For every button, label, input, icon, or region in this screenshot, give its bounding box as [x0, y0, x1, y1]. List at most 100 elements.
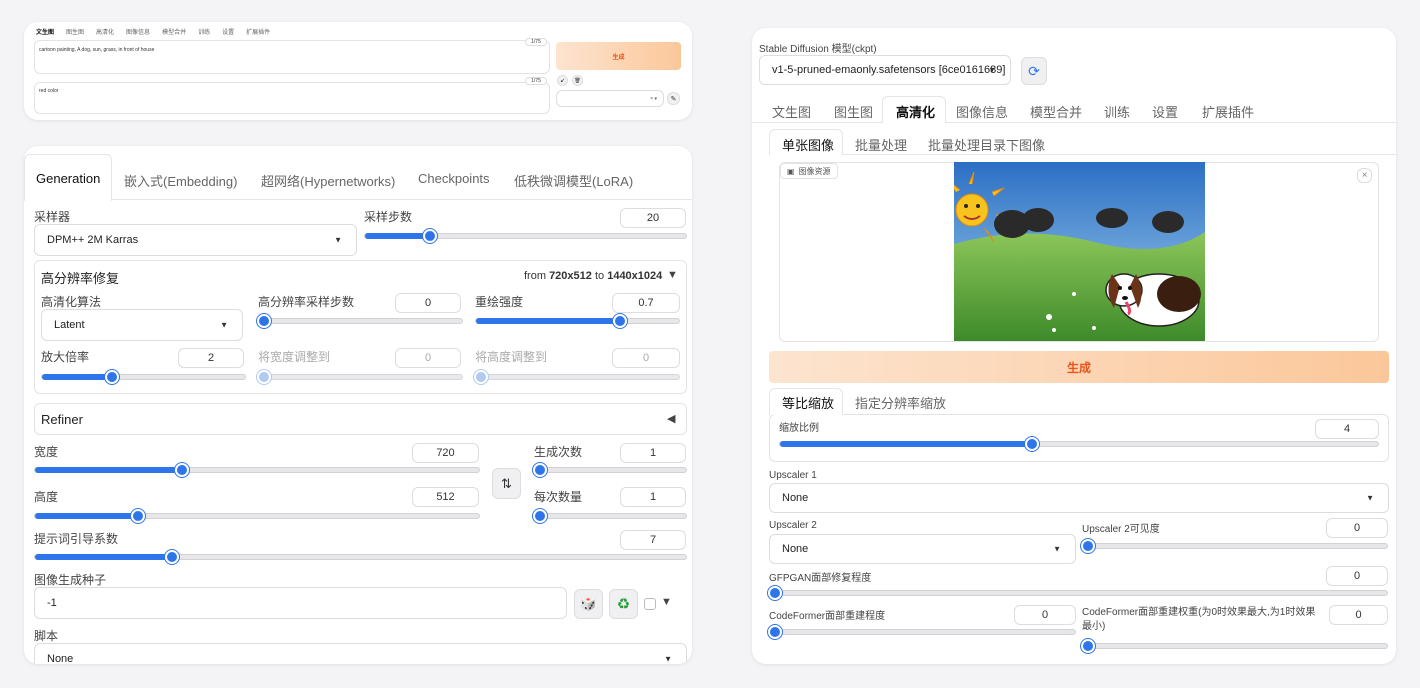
tab-img2img[interactable]: 图生图: [834, 102, 873, 121]
negative-prompt-input[interactable]: red color: [34, 82, 550, 114]
tab-hypernetworks[interactable]: 超网络(Hypernetworks): [261, 171, 395, 190]
batch-count-slider[interactable]: [533, 463, 687, 477]
slider-handle[interactable]: [422, 229, 437, 243]
codeformer-input[interactable]: 0: [1014, 605, 1076, 625]
tab-embedding[interactable]: 嵌入式(Embedding): [124, 171, 237, 190]
trash-icon[interactable]: 🗑: [572, 75, 583, 86]
slider-handle[interactable]: [768, 586, 782, 600]
subtab-single[interactable]: 单张图像: [782, 135, 834, 154]
recycle-icon[interactable]: ♻: [609, 589, 638, 619]
top-tab-train[interactable]: 训练: [198, 27, 210, 36]
slider-handle[interactable]: [533, 509, 547, 523]
prompt-token-count: 1/75: [525, 38, 547, 46]
tab-merge[interactable]: 模型合并: [1030, 102, 1082, 121]
slider-handle[interactable]: [474, 370, 488, 384]
gfpgan-input[interactable]: 0: [1326, 566, 1388, 586]
height-slider[interactable]: [34, 509, 480, 523]
steps-input[interactable]: 20: [620, 208, 686, 228]
subtab-batch-dir[interactable]: 批量处理目录下图像: [928, 135, 1045, 154]
height-input[interactable]: 512: [412, 487, 479, 507]
tab-settings[interactable]: 设置: [1152, 102, 1178, 121]
upscaler1-select[interactable]: None ▼: [769, 483, 1389, 513]
generate-button-small[interactable]: 生成: [556, 42, 681, 70]
codeformer-weight-input[interactable]: 0: [1329, 605, 1388, 625]
seed-toggle-icon[interactable]: ▼: [661, 596, 672, 608]
top-tab-txt2img[interactable]: 文生图: [36, 27, 54, 36]
upscaler2-select[interactable]: None ▼: [769, 534, 1076, 564]
codeformer-weight-slider[interactable]: [1081, 639, 1388, 653]
slider-handle[interactable]: [257, 314, 271, 328]
slider-handle[interactable]: [175, 463, 190, 477]
seed-input[interactable]: -1: [34, 587, 567, 619]
hires-toggle-icon[interactable]: ▼: [667, 269, 678, 281]
paste-icon[interactable]: ↙: [557, 75, 568, 86]
resize-width-input[interactable]: 0: [395, 348, 461, 368]
batch-count-input[interactable]: 1: [620, 443, 686, 463]
extra-seed-checkbox[interactable]: [644, 598, 656, 610]
resize-width-slider[interactable]: [257, 370, 463, 384]
tab-txt2img[interactable]: 文生图: [772, 102, 811, 121]
style-clear-icon[interactable]: × ▾: [650, 96, 657, 102]
slider-handle[interactable]: [104, 370, 119, 384]
dice-icon[interactable]: 🎲: [574, 589, 603, 619]
slider-handle[interactable]: [165, 550, 180, 564]
script-select[interactable]: None ▼: [34, 643, 687, 664]
hires-scale-slider[interactable]: [41, 370, 246, 384]
slider-handle[interactable]: [612, 314, 627, 328]
cfg-scale-input[interactable]: 7: [620, 530, 686, 550]
batch-size-input[interactable]: 1: [620, 487, 686, 507]
codeformer-slider[interactable]: [768, 625, 1076, 639]
tab-lora[interactable]: 低秩微调模型(LoRA): [514, 171, 633, 190]
slider-handle[interactable]: [1081, 639, 1095, 653]
top-tab-settings[interactable]: 设置: [222, 27, 234, 36]
slider-handle[interactable]: [533, 463, 547, 477]
cfg-scale-slider[interactable]: [34, 550, 687, 564]
tab-extras[interactable]: 高清化: [896, 102, 935, 121]
scale-slider[interactable]: [779, 437, 1379, 451]
tab-extensions[interactable]: 扩展插件: [1202, 102, 1254, 121]
refiner-toggle-icon[interactable]: ◀: [667, 412, 675, 425]
gfpgan-slider[interactable]: [768, 586, 1388, 600]
resize-height-input[interactable]: 0: [612, 348, 680, 368]
steps-slider[interactable]: [364, 229, 687, 243]
tab-checkpoints[interactable]: Checkpoints: [418, 171, 490, 186]
tab-pnginfo[interactable]: 图像信息: [956, 102, 1008, 121]
top-tab-pnginfo[interactable]: 图像信息: [126, 27, 150, 36]
slider-handle[interactable]: [257, 370, 271, 384]
swap-dimensions-icon[interactable]: ⇅: [492, 468, 521, 499]
top-tab-merge[interactable]: 模型合并: [162, 27, 186, 36]
edit-style-icon[interactable]: ✎: [667, 92, 680, 105]
upscaler2-visibility-input[interactable]: 0: [1326, 518, 1388, 538]
slider-handle[interactable]: [1025, 437, 1039, 451]
top-tab-extensions[interactable]: 扩展插件: [246, 27, 270, 36]
model-select[interactable]: v1-5-pruned-emaonly.safetensors [6ce0161…: [759, 55, 1011, 85]
hires-upscaler-select[interactable]: Latent ▼: [41, 309, 243, 341]
top-tab-extras[interactable]: 高清化: [96, 27, 114, 36]
prompt-input[interactable]: cartoon painting, A dog, sun, grass, in …: [34, 40, 550, 74]
hires-steps-slider[interactable]: [257, 314, 463, 328]
denoise-slider[interactable]: [475, 314, 680, 328]
denoise-input[interactable]: 0.7: [612, 293, 680, 313]
subtab-batch[interactable]: 批量处理: [855, 135, 907, 154]
batch-size-slider[interactable]: [533, 509, 687, 523]
tab-scale-by[interactable]: 等比缩放: [782, 393, 834, 412]
sampler-select[interactable]: DPM++ 2M Karras ▼: [34, 224, 357, 256]
generate-button[interactable]: 生成: [769, 351, 1389, 383]
tab-train[interactable]: 训练: [1104, 102, 1130, 121]
top-tab-img2img[interactable]: 图生图: [66, 27, 84, 36]
width-input[interactable]: 720: [412, 443, 479, 463]
hires-scale-input[interactable]: 2: [178, 348, 244, 368]
scale-input[interactable]: 4: [1315, 419, 1379, 439]
hires-steps-input[interactable]: 0: [395, 293, 461, 313]
width-slider[interactable]: [34, 463, 480, 477]
refiner-section[interactable]: [34, 403, 687, 435]
slider-handle[interactable]: [1081, 539, 1095, 553]
slider-handle[interactable]: [130, 509, 145, 523]
close-icon[interactable]: ×: [1357, 168, 1372, 183]
resize-height-slider[interactable]: [474, 370, 680, 384]
tab-scale-to[interactable]: 指定分辨率缩放: [855, 393, 946, 412]
upscaler2-visibility-slider[interactable]: [1081, 539, 1388, 553]
slider-handle[interactable]: [768, 625, 782, 639]
refresh-icon[interactable]: ⟳: [1021, 57, 1047, 85]
style-select[interactable]: × ▾: [556, 90, 664, 107]
